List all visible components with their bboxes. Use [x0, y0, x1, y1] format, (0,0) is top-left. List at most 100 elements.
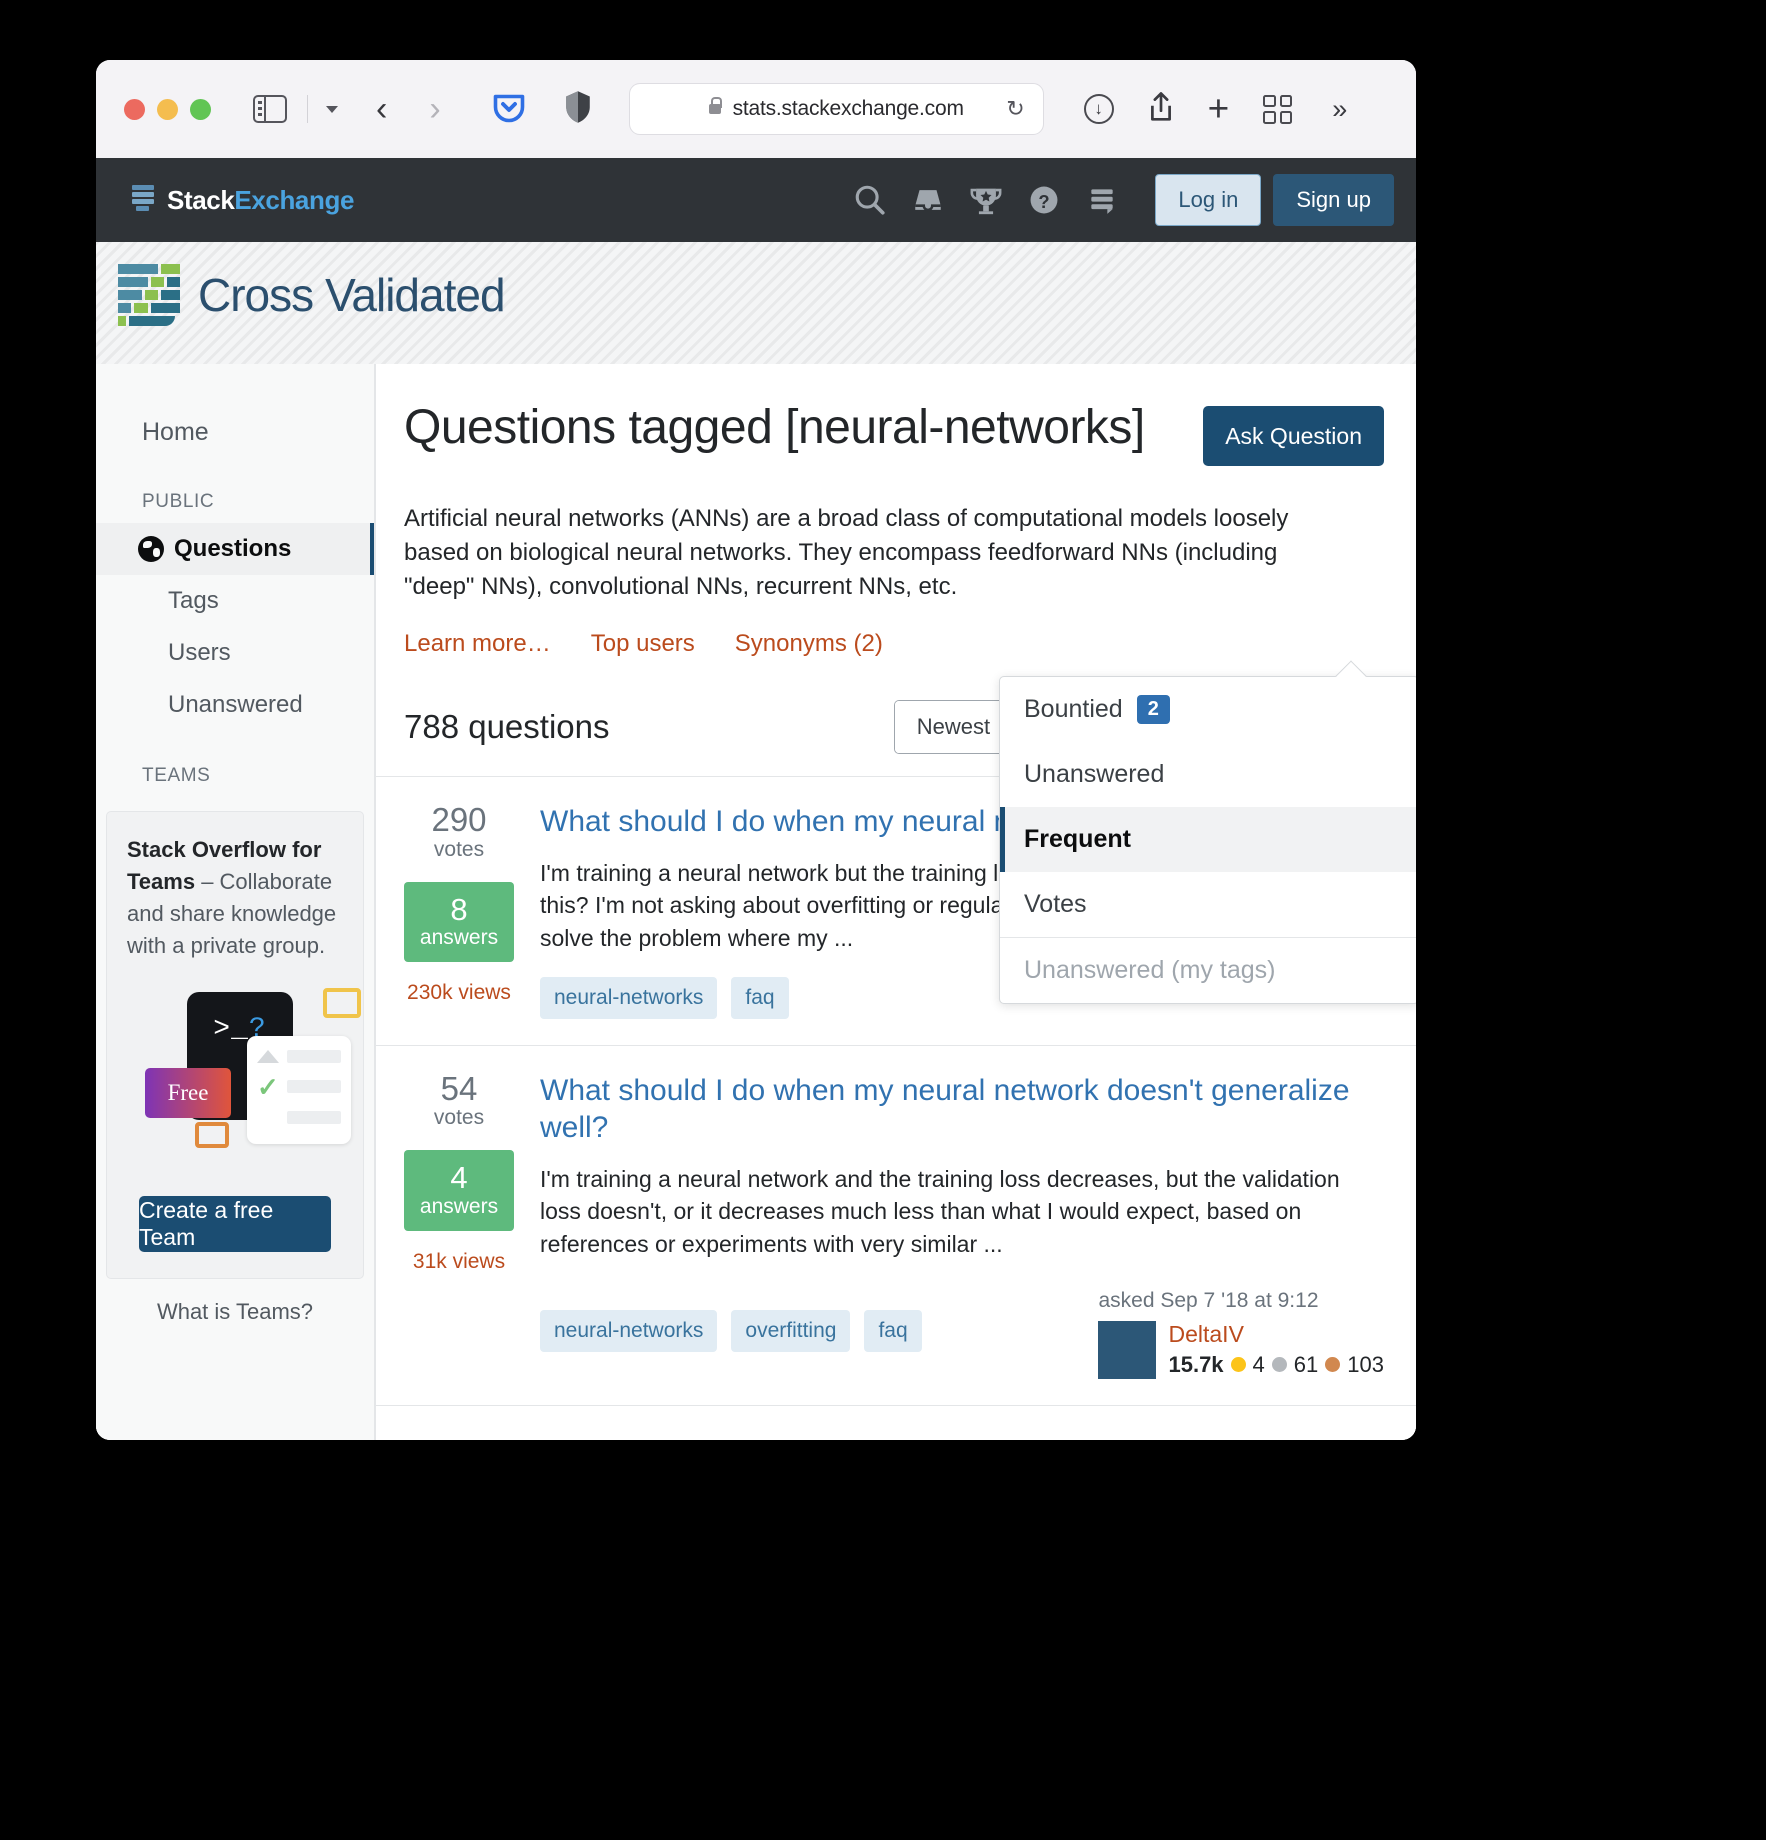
placeholder-bar: [287, 1111, 341, 1125]
tag-chip[interactable]: overfitting: [731, 1309, 851, 1352]
tab-newest[interactable]: Newest: [894, 701, 1014, 754]
bronze-badge-count: 103: [1347, 1351, 1384, 1377]
search-icon[interactable]: [841, 171, 899, 229]
tab-overview-icon[interactable]: [1263, 94, 1293, 124]
svg-text:?: ?: [1039, 191, 1050, 212]
address-bar[interactable]: stats.stackexchange.com ↻: [628, 83, 1044, 135]
page-body: Home PUBLIC Questions Tags Users Unanswe…: [96, 364, 1416, 1440]
globe-icon: [138, 536, 164, 562]
asked-timestamp: asked Sep 7 '18 at 9:12: [1098, 1288, 1319, 1312]
login-button[interactable]: Log in: [1155, 174, 1262, 226]
teams-illustration: >_? ✓ Free: [127, 976, 361, 1176]
site-name: Cross Validated: [198, 268, 506, 322]
reputation-score: 15.7k: [1168, 1351, 1224, 1377]
silver-badge-count: 61: [1293, 1351, 1319, 1377]
vote-label: votes: [433, 1106, 485, 1130]
synonyms-link[interactable]: Synonyms (2): [735, 630, 883, 658]
answer-label: answers: [419, 926, 499, 950]
new-tab-button[interactable]: +: [1208, 90, 1230, 127]
tag-chip[interactable]: neural-networks: [540, 976, 718, 1019]
sidebar-item-questions[interactable]: Questions: [96, 523, 374, 575]
site-header: Cross Validated: [96, 242, 1416, 364]
triangle-up-icon: [257, 1049, 279, 1063]
close-window-button[interactable]: [124, 98, 145, 120]
sidebar-item-unanswered[interactable]: Unanswered: [96, 679, 374, 731]
teams-promo-text: Stack Overflow for Teams – Collaborate a…: [127, 834, 343, 962]
dropdown-item-frequent[interactable]: Frequent: [1000, 807, 1416, 872]
topbar-actions: ? Log in Sign up: [841, 171, 1394, 229]
browser-toolbar: ‹ › stats.stackexchange.com ↻ ↓ + »: [96, 60, 1416, 158]
answer-count: 4: [450, 1160, 468, 1196]
checklist-illustration: ✓: [247, 1035, 351, 1144]
user-name[interactable]: DeltaIV: [1168, 1321, 1384, 1348]
sidebar-item-home[interactable]: Home: [96, 408, 374, 457]
checklist-row: ✓: [257, 1074, 341, 1099]
top-users-link[interactable]: Top users: [591, 630, 695, 658]
answer-badge: 4 answers: [404, 1150, 514, 1231]
checklist-row: [257, 1049, 341, 1063]
sidebar-section-teams: TEAMS: [142, 765, 211, 786]
pocket-icon[interactable]: [491, 89, 527, 130]
privacy-shield-icon[interactable]: [563, 90, 593, 129]
vote-count: 290: [431, 801, 487, 839]
gold-badge-count: 4: [1252, 1351, 1265, 1377]
cross-validated-mark-icon: [118, 264, 180, 326]
downloads-icon[interactable]: ↓: [1083, 94, 1114, 124]
site-name-part2: Validated: [325, 269, 505, 321]
main-content: Questions tagged [neural-networks] Ask Q…: [375, 364, 1416, 1440]
left-sidebar: Home PUBLIC Questions Tags Users Unanswe…: [96, 364, 375, 1440]
checklist-row: [257, 1111, 341, 1125]
maximize-window-button[interactable]: [190, 98, 211, 120]
stack-exchange-logo[interactable]: StackExchange: [132, 185, 354, 216]
logo-text-exchange: Exchange: [234, 184, 355, 215]
view-count: 230k views: [407, 981, 511, 1005]
share-icon[interactable]: [1148, 91, 1174, 128]
what-is-teams-link[interactable]: What is Teams?: [96, 1279, 374, 1351]
forward-button[interactable]: ›: [429, 92, 440, 126]
teams-promo-card: Stack Overflow for Teams – Collaborate a…: [106, 811, 364, 1279]
help-icon[interactable]: ?: [1015, 171, 1073, 229]
dropdown-item-votes[interactable]: Votes: [1000, 872, 1416, 937]
window-controls[interactable]: [124, 98, 211, 120]
cross-validated-logo[interactable]: Cross Validated: [118, 264, 506, 326]
signup-button[interactable]: Sign up: [1273, 174, 1394, 226]
more-toolbar-icon[interactable]: »: [1332, 94, 1347, 125]
table-row: 54 votes 4 answers 31k views What should…: [376, 1046, 1416, 1406]
minimize-window-button[interactable]: [157, 98, 178, 120]
chevron-down-icon[interactable]: [326, 105, 338, 113]
achievements-icon[interactable]: [957, 171, 1015, 229]
learn-more-link[interactable]: Learn more…: [404, 630, 551, 658]
tag-chip[interactable]: neural-networks: [540, 1309, 718, 1352]
browser-window: ‹ › stats.stackexchange.com ↻ ↓ + » Stac…: [96, 60, 1416, 1440]
ask-question-button[interactable]: Ask Question: [1203, 406, 1384, 466]
question-stats: 290 votes 8 answers 230k views: [404, 803, 514, 1018]
site-switcher-icon[interactable]: [1073, 171, 1131, 229]
back-button[interactable]: ‹: [376, 92, 387, 126]
dropdown-item-unanswered[interactable]: Unanswered: [1000, 742, 1416, 807]
tag-chip[interactable]: faq: [864, 1309, 922, 1352]
question-meta: asked Sep 7 '18 at 9:12 DeltaIV 15.7k 4: [1098, 1283, 1384, 1379]
inbox-icon[interactable]: [899, 171, 957, 229]
vote-count: 54: [440, 1069, 478, 1107]
user-card[interactable]: DeltaIV 15.7k 4 61 103: [1098, 1320, 1384, 1379]
vote-label: votes: [433, 837, 485, 861]
sidebar-item-tags[interactable]: Tags: [96, 575, 374, 627]
tag-description: Artificial neural networks (ANNs) are a …: [404, 505, 1289, 601]
answer-label: answers: [419, 1194, 499, 1218]
dropdown-item-unanswered-my-tags[interactable]: Unanswered (my tags): [1000, 937, 1416, 1003]
tag-chip[interactable]: faq: [731, 976, 789, 1019]
note-yellow-icon: [323, 987, 361, 1018]
reload-icon[interactable]: ↻: [1006, 96, 1024, 122]
question-summary: I'm training a neural network and the tr…: [540, 1165, 1340, 1258]
question-stats: 54 votes 4 answers 31k views: [404, 1069, 514, 1379]
tag-links: Learn more… Top users Synonyms (2): [404, 630, 1384, 658]
sidebar-toggle-icon[interactable]: [253, 94, 287, 124]
free-badge: Free: [145, 1067, 231, 1118]
avatar[interactable]: [1098, 1320, 1157, 1379]
view-count: 31k views: [412, 1249, 506, 1273]
gold-badge-icon: [1230, 1357, 1246, 1373]
note-orange-icon: [195, 1121, 229, 1148]
sidebar-item-users[interactable]: Users: [96, 627, 374, 679]
create-free-team-button[interactable]: Create a free Team: [139, 1195, 331, 1252]
question-title-link[interactable]: What should I do when my neural network …: [540, 1072, 1384, 1147]
